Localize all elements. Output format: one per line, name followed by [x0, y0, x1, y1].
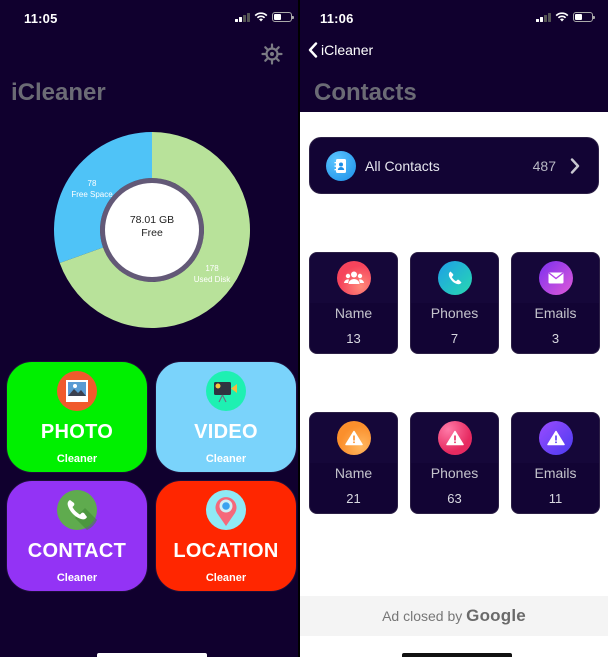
card-label: Phones	[430, 465, 479, 481]
address-book-icon	[326, 150, 356, 181]
envelope-icon	[538, 261, 573, 295]
tile-subtitle: Cleaner	[56, 453, 98, 465]
card-label: Emails	[534, 465, 577, 481]
location-pin-icon	[206, 490, 246, 530]
photo-cleaner-tile[interactable]: PHOTO Cleaner	[6, 361, 148, 473]
incomplete-phones-card[interactable]: Phones 63	[410, 412, 499, 514]
duplicate-name-card[interactable]: Name 13	[309, 252, 398, 354]
card-value: 3	[551, 331, 560, 346]
card-value: 63	[447, 491, 462, 506]
home-screen: 11:05 iCleaner 78 Free Space 178 Used Di…	[0, 0, 298, 657]
warning-icon	[437, 421, 472, 455]
battery-icon	[271, 12, 294, 22]
signal-icon	[536, 12, 551, 22]
back-button[interactable]: iCleaner	[308, 42, 373, 58]
status-bar: 11:05	[0, 0, 298, 38]
warning-icon	[336, 421, 371, 455]
contacts-content: All Contacts 487 Name 13 Phones 7 Emails…	[300, 112, 608, 657]
signal-icon	[235, 12, 250, 22]
status-icons	[235, 12, 294, 22]
video-camera-icon	[206, 371, 246, 411]
status-icons	[536, 12, 595, 22]
gear-icon[interactable]	[260, 42, 284, 66]
card-value: 13	[346, 331, 361, 346]
page-title: Contacts	[314, 79, 417, 106]
tile-subtitle: Cleaner	[205, 453, 247, 465]
ad-closed-text: Ad closed by	[382, 608, 463, 624]
contacts-screen: 11:06 iCleaner Contacts All Contacts 487…	[298, 0, 608, 657]
all-contacts-count: 487	[532, 157, 556, 174]
page-title: iCleaner	[11, 79, 106, 106]
tile-subtitle: Cleaner	[56, 572, 98, 584]
card-label: Name	[334, 305, 373, 321]
slice-name-free: Free Space	[71, 190, 113, 199]
tile-title: VIDEO	[194, 421, 258, 443]
tile-subtitle: Cleaner	[205, 572, 247, 584]
slice-label-used: 178 Used Disk	[184, 263, 240, 285]
all-contacts-row[interactable]: All Contacts 487	[309, 137, 599, 194]
donut-center-text: 78.01 GB Free	[102, 214, 202, 240]
tile-title: LOCATION	[173, 540, 279, 562]
free-space-value: 78.01 GB	[129, 214, 175, 226]
duplicate-emails-card[interactable]: Emails 3	[511, 252, 600, 354]
chevron-left-icon	[308, 42, 318, 58]
google-logo: Google	[466, 606, 526, 625]
slice-name-used: Used Disk	[193, 275, 231, 284]
battery-icon	[572, 12, 595, 22]
home-indicator[interactable]	[97, 653, 207, 657]
location-cleaner-tile[interactable]: LOCATION Cleaner	[155, 480, 297, 592]
slice-value-free: 78	[87, 179, 97, 188]
status-time: 11:06	[320, 11, 354, 26]
duplicate-phones-card[interactable]: Phones 7	[410, 252, 499, 354]
wifi-icon	[555, 12, 568, 22]
slice-label-free: 78 Free Space	[64, 178, 120, 200]
card-label: Emails	[534, 305, 577, 321]
incomplete-emails-card[interactable]: Emails 11	[511, 412, 600, 514]
ad-banner: Ad closed by Google	[300, 596, 608, 636]
card-label: Name	[334, 465, 373, 481]
phone-icon	[57, 490, 97, 530]
status-bar: 11:06	[300, 0, 608, 38]
tile-title: CONTACT	[27, 540, 127, 562]
chevron-right-icon	[570, 157, 580, 174]
home-indicator[interactable]	[402, 653, 512, 657]
video-cleaner-tile[interactable]: VIDEO Cleaner	[155, 361, 297, 473]
contact-cleaner-tile[interactable]: CONTACT Cleaner	[6, 480, 148, 592]
card-value: 7	[450, 331, 459, 346]
back-label: iCleaner	[321, 42, 374, 58]
card-value: 21	[346, 491, 361, 506]
people-icon	[336, 261, 371, 295]
warning-icon	[538, 421, 573, 455]
wifi-icon	[254, 12, 267, 22]
incomplete-name-card[interactable]: Name 21	[309, 412, 398, 514]
slice-value-used: 178	[205, 264, 219, 273]
photo-icon	[57, 371, 97, 411]
status-time: 11:05	[24, 11, 58, 26]
card-value: 11	[548, 491, 563, 506]
all-contacts-label: All Contacts	[365, 157, 440, 174]
storage-donut-chart: 78 Free Space 178 Used Disk 78.01 GB Fre…	[52, 130, 252, 330]
card-label: Phones	[430, 305, 479, 321]
phone-icon	[437, 261, 472, 295]
tile-title: PHOTO	[40, 421, 114, 443]
free-space-label: Free	[141, 227, 163, 239]
